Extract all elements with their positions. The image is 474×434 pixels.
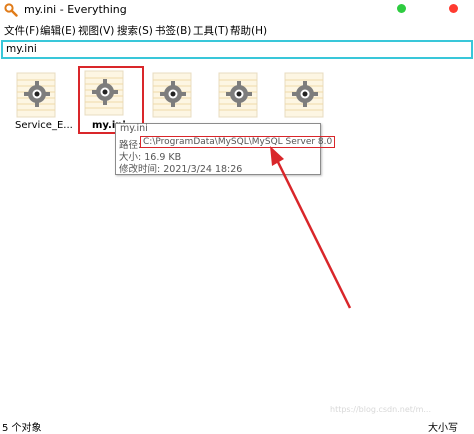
menu-bar: 文件(F) 编辑(E) 视图(V) 搜索(S) 书签(B) 工具(T) 帮助(H… bbox=[0, 22, 474, 38]
search-input-value: my.ini bbox=[6, 43, 37, 55]
menu-help[interactable]: 帮助(H) bbox=[230, 23, 267, 38]
gear-document-icon bbox=[16, 72, 56, 118]
gear-document-icon bbox=[218, 72, 258, 118]
tooltip-modified-value: 2021/3/24 18:26 bbox=[163, 164, 243, 175]
search-magnifier-icon bbox=[4, 3, 18, 17]
close-button[interactable] bbox=[449, 4, 458, 13]
gear-document-icon bbox=[152, 72, 192, 118]
annotation-arrow bbox=[270, 146, 352, 309]
file-info-tooltip: my.ini 路径: C:\ProgramData\MySQL\MySQL Se… bbox=[115, 123, 336, 175]
menu-edit[interactable]: 编辑(E) bbox=[40, 23, 76, 38]
title-bar: my.ini - Everything bbox=[0, 0, 474, 20]
maximize-button[interactable] bbox=[397, 4, 406, 13]
tooltip-path-value: C:\ProgramData\MySQL\MySQL Server 8.0 bbox=[140, 136, 336, 148]
file-label: Service_E... bbox=[15, 120, 73, 131]
menu-view[interactable]: 视图(V) bbox=[78, 23, 114, 38]
window-title: my.ini - Everything bbox=[24, 3, 127, 16]
tooltip-modified: 修改时间: 2021/3/24 18:26 bbox=[119, 161, 242, 175]
menu-file[interactable]: 文件(F) bbox=[4, 23, 39, 38]
watermark-text: https://blog.csdn.net/m... bbox=[330, 405, 431, 414]
tooltip-modified-label: 修改时间: bbox=[119, 164, 161, 175]
status-bar: 5 个对象 大小写 bbox=[0, 418, 474, 434]
menu-tools[interactable]: 工具(T) bbox=[193, 23, 229, 38]
menu-bookmarks[interactable]: 书签(B) bbox=[155, 23, 191, 38]
menu-search[interactable]: 搜索(S) bbox=[117, 23, 153, 38]
search-input[interactable]: my.ini bbox=[1, 40, 473, 59]
tooltip-file-name: my.ini bbox=[120, 123, 148, 134]
gear-document-icon bbox=[284, 72, 324, 118]
